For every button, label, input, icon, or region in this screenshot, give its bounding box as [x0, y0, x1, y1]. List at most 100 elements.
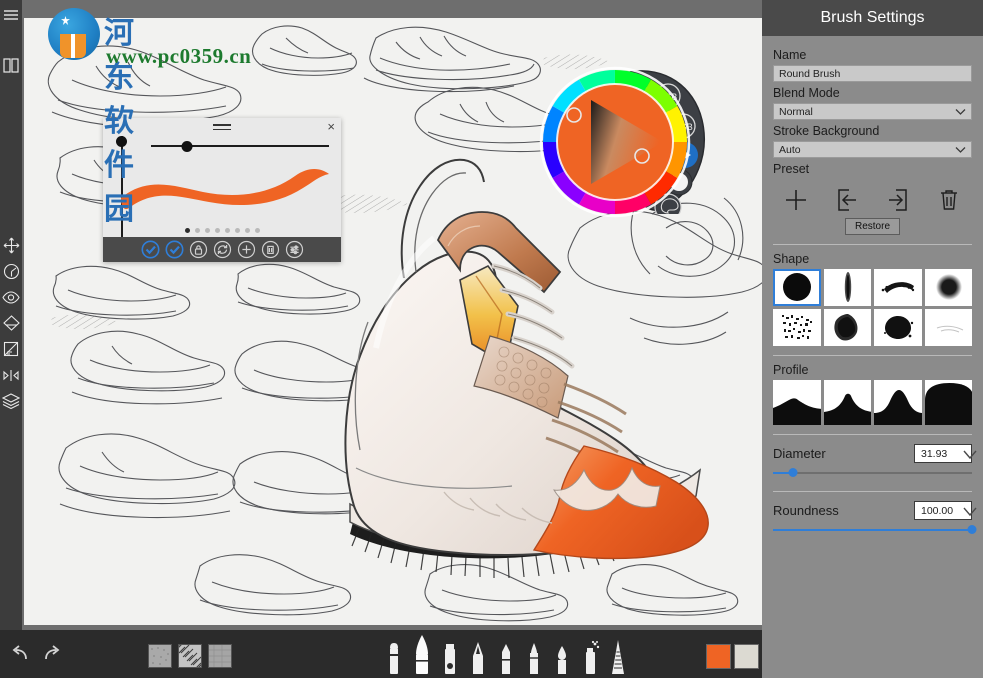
- chevron-expand-icon[interactable]: [962, 505, 978, 524]
- stroke-preview-window[interactable]: ×: [103, 118, 341, 262]
- color-swatches: [706, 644, 759, 669]
- export-preset-icon[interactable]: [881, 185, 915, 215]
- preview-toolbar: [103, 237, 341, 262]
- chevron-down-icon: [955, 107, 966, 119]
- lock-icon[interactable]: [188, 240, 208, 260]
- tube-brush-icon[interactable]: [438, 636, 462, 676]
- texture-swatch-grain[interactable]: [148, 644, 172, 668]
- pencil-brush-icon[interactable]: [466, 636, 490, 676]
- divider: [773, 355, 972, 356]
- shape-thumb-ink-blot[interactable]: [874, 309, 922, 346]
- slider-track: [773, 472, 972, 474]
- shape-thumb-speckled-arc[interactable]: [874, 269, 922, 306]
- page-dot[interactable]: [215, 228, 220, 233]
- brush-tool-list: [382, 636, 630, 676]
- brush-stroke-preview: [113, 162, 333, 224]
- shape-thumb-soft-round[interactable]: [925, 269, 973, 306]
- marker-brush-icon[interactable]: [382, 636, 406, 676]
- undo-icon[interactable]: [8, 643, 30, 668]
- spray-brush-icon[interactable]: [578, 636, 602, 676]
- move-tool-icon[interactable]: [0, 232, 22, 258]
- shape-thumb-noise-square[interactable]: [773, 309, 821, 346]
- profile-thumb-peak[interactable]: [824, 380, 872, 425]
- profile-thumb-dome[interactable]: [925, 380, 973, 425]
- profile-thumb-plateau[interactable]: [773, 380, 821, 425]
- apply-check-icon[interactable]: [164, 240, 184, 260]
- slider-knob[interactable]: [116, 136, 127, 147]
- restore-button[interactable]: Restore: [845, 218, 900, 235]
- diameter-label: Diameter: [773, 446, 826, 461]
- round-brush-icon[interactable]: [410, 636, 434, 676]
- shape-tool-icon[interactable]: [0, 310, 22, 336]
- brush-settings-panel: Brush Settings Name Round Brush Blend Mo…: [762, 0, 983, 678]
- page-dot[interactable]: [225, 228, 230, 233]
- shape-thumb-round-hard[interactable]: [773, 269, 821, 306]
- settings-sliders-icon[interactable]: [284, 240, 304, 260]
- chevron-down-icon: [955, 145, 966, 157]
- drag-grip-icon[interactable]: [213, 124, 231, 133]
- diameter-slider[interactable]: [773, 467, 972, 479]
- slider-knob[interactable]: [788, 468, 797, 477]
- slider-knob[interactable]: [968, 525, 977, 534]
- add-preset-icon[interactable]: [779, 185, 813, 215]
- eraser-brush-icon[interactable]: [494, 636, 518, 676]
- roundness-label: Roundness: [773, 503, 839, 518]
- roundness-slider[interactable]: [773, 524, 972, 536]
- nib-brush-icon[interactable]: [550, 636, 574, 676]
- roundness-row: Roundness 100.00: [773, 501, 972, 520]
- gradient-tool-icon[interactable]: [0, 336, 22, 362]
- divider: [773, 491, 972, 492]
- page-dot[interactable]: [185, 228, 190, 233]
- flip-tool-icon[interactable]: [0, 362, 22, 388]
- redo-icon[interactable]: [42, 643, 64, 668]
- add-icon[interactable]: [236, 240, 256, 260]
- page-dot[interactable]: [255, 228, 260, 233]
- name-label: Name: [773, 48, 972, 62]
- page-dot[interactable]: [245, 228, 250, 233]
- profile-thumbnail-grid: [773, 380, 972, 425]
- shape-thumbnail-grid: [773, 269, 972, 346]
- layers-tool-icon[interactable]: [0, 388, 22, 414]
- texture-swatch-hatch[interactable]: [178, 644, 202, 668]
- name-input[interactable]: Round Brush: [773, 65, 972, 82]
- shape-thumb-thin-vertical[interactable]: [824, 269, 872, 306]
- bottom-toolbar: [0, 630, 762, 678]
- pen-brush-icon[interactable]: [522, 636, 546, 676]
- preset-label: Preset: [773, 162, 972, 176]
- shape-label: Shape: [773, 252, 972, 266]
- blend-mode-dropdown[interactable]: Normal: [773, 103, 972, 120]
- delete-preset-icon[interactable]: [932, 185, 966, 215]
- slider-knob[interactable]: [181, 141, 192, 152]
- blend-mode-value: Normal: [779, 106, 813, 118]
- page-dot[interactable]: [195, 228, 200, 233]
- refresh-icon[interactable]: [212, 240, 232, 260]
- chevron-expand-icon[interactable]: [962, 448, 978, 467]
- color-wheel-picker[interactable]: [539, 66, 691, 218]
- import-preset-icon[interactable]: [830, 185, 864, 215]
- preview-horizontal-slider[interactable]: [151, 141, 329, 151]
- visibility-tool-icon[interactable]: [0, 284, 22, 310]
- stroke-background-value: Auto: [779, 144, 801, 156]
- stroke-background-label: Stroke Background: [773, 124, 972, 138]
- panels-icon[interactable]: [0, 52, 22, 78]
- page-dot[interactable]: [235, 228, 240, 233]
- secondary-color-swatch[interactable]: [734, 644, 759, 669]
- shape-thumb-blob-soft[interactable]: [824, 309, 872, 346]
- preview-page-dots[interactable]: [103, 228, 341, 233]
- confirm-check-icon[interactable]: [140, 240, 160, 260]
- application-window: 河东软件园 www.pc0359.cn ×: [0, 0, 983, 678]
- page-dot[interactable]: [205, 228, 210, 233]
- shape-thumb-faint-wisp[interactable]: [925, 309, 973, 346]
- blend-mode-label: Blend Mode: [773, 86, 972, 100]
- preset-buttons: [773, 179, 972, 215]
- close-icon[interactable]: ×: [327, 120, 335, 133]
- transform-tool-icon[interactable]: [0, 258, 22, 284]
- primary-color-swatch[interactable]: [706, 644, 731, 669]
- menu-icon[interactable]: [0, 2, 22, 28]
- profile-thumb-bell[interactable]: [874, 380, 922, 425]
- name-value: Round Brush: [779, 68, 840, 80]
- stroke-background-dropdown[interactable]: Auto: [773, 141, 972, 158]
- delete-icon[interactable]: [260, 240, 280, 260]
- texture-swatch-paper[interactable]: [208, 644, 232, 668]
- cone-brush-icon[interactable]: [606, 636, 630, 676]
